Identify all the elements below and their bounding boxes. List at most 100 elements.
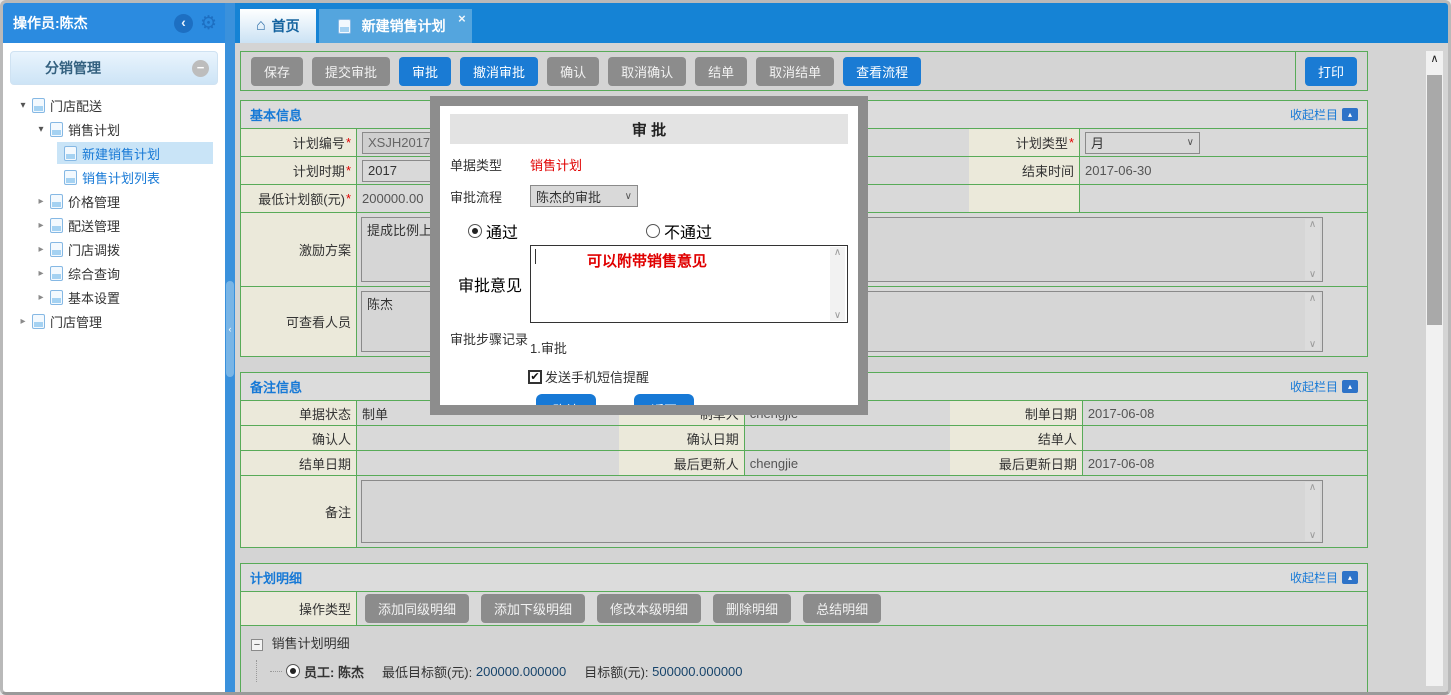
add-sibling-detail-button[interactable]: 添加同级明细 [365, 594, 469, 623]
fail-radio[interactable] [646, 224, 660, 238]
delete-detail-button[interactable]: 删除明细 [713, 594, 791, 623]
scroll-up-icon[interactable]: ∧ [1426, 51, 1443, 67]
textarea-scrollbar[interactable]: ∧ ∨ [830, 247, 845, 321]
plan-type-select[interactable]: 月 ∨ [1085, 132, 1200, 154]
opinion-textarea[interactable]: 可以附带销售意见 ∧ ∨ [530, 245, 848, 323]
cancel-close-order-button[interactable]: 取消结单 [756, 57, 834, 86]
chevron-down-icon: ∨ [625, 191, 632, 202]
op-type-label: 操作类型 [241, 592, 356, 625]
collapsed-icon[interactable]: ▸ [35, 292, 47, 303]
sidebar-item-sales-plan[interactable]: ▾ 销售计划 [3, 117, 225, 141]
toolbar: 保存 提交审批 审批 撤消审批 确认 取消确认 结单 取消结单 查看流程 打印 [240, 51, 1368, 91]
plan-type-label: 计划类型 [969, 129, 1079, 156]
textarea-scrollbar[interactable]: ∧ ∨ [1305, 219, 1320, 280]
remark-textarea[interactable]: ∧ ∨ [361, 480, 1323, 543]
add-child-detail-button[interactable]: 添加下级明细 [481, 594, 585, 623]
sidebar-item-delivery-mgmt[interactable]: ▸ 配送管理 [3, 213, 225, 237]
scrollbar-thumb[interactable] [1427, 75, 1442, 325]
detail-ops: 添加同级明细 添加下级明细 修改本级明细 删除明细 总结明细 [356, 592, 1367, 625]
sms-checkbox[interactable]: ✔ [528, 370, 542, 384]
sidebar-item-store-transfer[interactable]: ▸ 门店调拨 [3, 237, 225, 261]
remark-label: 备注 [241, 476, 356, 547]
document-icon [32, 98, 45, 113]
approval-dialog: 审 批 单据类型 销售计划 审批流程 陈杰的审批 ∨ 通过 不通过 [430, 96, 868, 415]
collapsed-icon[interactable]: ▸ [35, 268, 47, 279]
detail-target-value: 500000.000000 [652, 664, 742, 679]
pass-radio[interactable] [468, 224, 482, 238]
remark-cell: ∧ ∨ [356, 476, 1367, 547]
confirm-person-label: 确认人 [241, 426, 356, 450]
scroll-down-icon: ∨ [834, 310, 841, 321]
end-time-label: 结束时间 [969, 157, 1079, 184]
dialog-title: 审 批 [450, 114, 848, 144]
save-button[interactable]: 保存 [251, 57, 303, 86]
expand-icon[interactable]: ▾ [17, 100, 29, 111]
collapsed-icon[interactable]: ▸ [35, 220, 47, 231]
cancel-confirm-button[interactable]: 取消确认 [608, 57, 686, 86]
collapsed-icon[interactable]: ▸ [17, 316, 29, 327]
confirm-date-value [744, 426, 950, 450]
revoke-approval-button[interactable]: 撤消审批 [460, 57, 538, 86]
sms-label: 发送手机短信提醒 [545, 367, 649, 386]
tab-new-sales-plan[interactable]: 新建销售计划 × [319, 9, 472, 43]
collapsed-icon[interactable]: ▸ [35, 244, 47, 255]
chevron-down-icon: ∨ [1187, 137, 1194, 148]
dialog-back-button[interactable]: 返回 [634, 394, 694, 405]
confirm-button[interactable]: 确认 [547, 57, 599, 86]
sidebar-tree: ▾ 门店配送 ▾ 销售计划 新建销售计划 销售计划列表 ▸ 价格管理 [3, 91, 225, 333]
confirm-person-value [356, 426, 619, 450]
collapse-section-button[interactable]: 收起栏目 ▴ [1290, 569, 1358, 586]
sidebar-item-basic-settings[interactable]: ▸ 基本设置 [3, 285, 225, 309]
tree-line [256, 660, 270, 682]
sidebar-item-store-mgmt[interactable]: ▸ 门店管理 [3, 309, 225, 333]
sidebar-item-price-mgmt[interactable]: ▸ 价格管理 [3, 189, 225, 213]
view-flow-button[interactable]: 查看流程 [843, 57, 921, 86]
update-date-label: 最后更新日期 [950, 451, 1082, 475]
updater-label: 最后更新人 [619, 451, 744, 475]
document-icon [50, 194, 63, 209]
textarea-scrollbar[interactable]: ∧ ∨ [1305, 482, 1320, 541]
close-date-label: 结单日期 [241, 451, 356, 475]
scroll-down-icon: ∨ [1309, 269, 1316, 280]
collapsed-icon[interactable]: ▸ [35, 196, 47, 207]
steps-value: 1.审批 [530, 332, 567, 357]
document-icon [338, 19, 351, 34]
tree-collapse-icon[interactable]: − [251, 639, 263, 651]
document-icon [50, 218, 63, 233]
sidebar-item-sales-plan-list[interactable]: 销售计划列表 [3, 165, 225, 189]
splitter-collapse-handle[interactable]: ‹ [226, 281, 234, 377]
approval-flow-select[interactable]: 陈杰的审批 ∨ [530, 185, 638, 207]
dialog-confirm-button[interactable]: 确认 [536, 394, 596, 405]
sidebar-item-new-sales-plan[interactable]: 新建销售计划 [3, 141, 225, 165]
collapse-up-icon: ▴ [1342, 380, 1358, 393]
detail-target-label: 目标额(元): [584, 662, 648, 681]
approval-flow-label: 审批流程 [450, 187, 530, 206]
sidebar-item-combined-query[interactable]: ▸ 综合查询 [3, 261, 225, 285]
submit-approval-button[interactable]: 提交审批 [312, 57, 390, 86]
sidebar-item-store-delivery[interactable]: ▾ 门店配送 [3, 93, 225, 117]
detail-item-radio[interactable] [286, 664, 300, 678]
print-button[interactable]: 打印 [1305, 57, 1357, 86]
fail-label: 不通过 [664, 219, 712, 243]
operator-label: 操作员:陈杰 [13, 13, 174, 33]
close-tab-icon[interactable]: × [458, 11, 466, 26]
sidebar: 操作员:陈杰 ‹ ⚙ 分销管理 − ▾ 门店配送 ▾ 销售计划 新建销售计划 [3, 3, 225, 692]
minimize-panel-icon[interactable]: − [192, 60, 209, 77]
expand-icon[interactable]: ▾ [35, 124, 47, 135]
collapse-section-button[interactable]: 收起栏目 ▴ [1290, 378, 1358, 395]
detail-employee: 员工: 陈杰 [304, 662, 364, 681]
approve-button[interactable]: 审批 [399, 57, 451, 86]
collapse-sidebar-icon[interactable]: ‹ [174, 14, 193, 33]
collapse-up-icon: ▴ [1342, 108, 1358, 121]
page-scrollbar[interactable]: ∧ [1426, 51, 1443, 686]
collapse-section-button[interactable]: 收起栏目 ▴ [1290, 106, 1358, 123]
gear-icon[interactable]: ⚙ [200, 14, 217, 33]
tree-line [270, 671, 282, 672]
summarize-detail-button[interactable]: 总结明细 [803, 594, 881, 623]
textarea-scrollbar[interactable]: ∧ ∨ [1305, 293, 1320, 350]
close-order-button[interactable]: 结单 [695, 57, 747, 86]
detail-min-target-value: 200000.000000 [476, 664, 566, 679]
tab-home[interactable]: ⌂ 首页 [240, 9, 316, 43]
section-title: 计划明细 [250, 568, 1290, 587]
modify-detail-button[interactable]: 修改本级明细 [597, 594, 701, 623]
